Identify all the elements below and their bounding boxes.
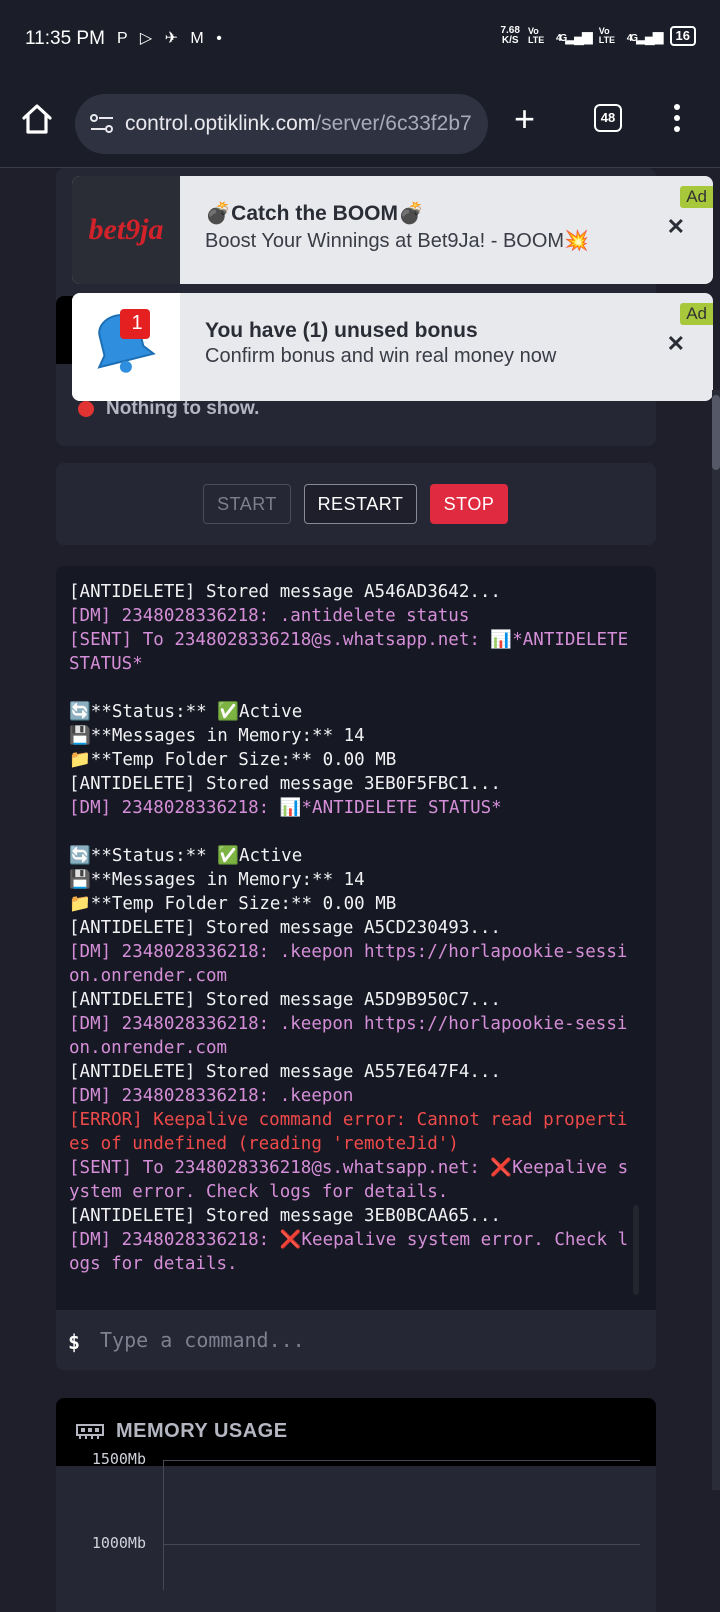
tab-switcher-button[interactable]: 48 — [594, 104, 622, 132]
console-scrollbar[interactable] — [633, 1205, 639, 1295]
volte-icon: Vo LTE — [527, 26, 545, 45]
console-line: [ANTIDELETE] Stored message A546AD3642..… — [69, 582, 501, 602]
grid-line — [163, 1544, 640, 1545]
console-line: 💾**Messages in Memory:** 14 — [69, 870, 365, 890]
memory-chip-icon — [76, 1424, 104, 1439]
notification-icons: P ▷ ✈ M • — [117, 30, 226, 47]
ad-badge: Ad — [680, 303, 713, 325]
ad-badge: Ad — [680, 186, 713, 208]
memory-usage-header: MEMORY USAGE — [56, 1398, 656, 1466]
page-scrollbar-track[interactable] — [712, 390, 720, 1490]
ad-subtitle: Boost Your Winnings at Bet9Ja! - BOOM💥 — [205, 230, 589, 252]
console-line: [DM] 2348028336218: .keepon https://horl… — [69, 942, 628, 986]
address-bar[interactable]: control.optiklink.com/server/6c33f2b7 — [75, 94, 488, 154]
memory-usage-panel: MEMORY USAGE 1500Mb 1000Mb — [56, 1398, 656, 1612]
console-line: [DM] 2348028336218: ❌Keepalive system er… — [69, 1230, 629, 1274]
console-line: [ANTIDELETE] Stored message A5D9B950C7..… — [69, 990, 501, 1010]
status-bar: 11:35 PM P ▷ ✈ M • 7.68 K/S Vo LTE 4G▂▄▆… — [0, 0, 720, 80]
signal-icon: 4G▂▄▆ — [555, 27, 593, 44]
battery-icon: 16 — [669, 26, 696, 46]
console-line: 💾**Messages in Memory:** 14 — [69, 726, 365, 746]
ad-banner-bonus[interactable]: 1 You have (1) unused bonus Confirm bonu… — [72, 293, 713, 401]
console-line: [DM] 2348028336218: 📊*ANTIDELETE STATUS* — [69, 798, 502, 818]
console-line: 🔄**Status:** ✅Active — [69, 702, 303, 722]
status-time: 11:35 PM — [25, 28, 105, 49]
console-line: [SENT] To 2348028336218@s.whatsapp.net: … — [69, 630, 639, 674]
page-scrollbar-thumb[interactable] — [712, 395, 720, 470]
status-dot-icon — [78, 401, 94, 417]
ad-banner-bet9ja[interactable]: bet9ja 💣Catch the BOOM💣 Boost Your Winni… — [72, 176, 713, 284]
ad-subtitle: Confirm bonus and win real money now — [205, 345, 557, 367]
y-tick-label: 1500Mb — [91, 1450, 146, 1468]
browser-menu-icon[interactable] — [673, 104, 681, 134]
signal-icon-2: 4G▂▄▆ — [626, 27, 664, 44]
console-line: [SENT] To 2348028336218@s.whatsapp.net: … — [69, 1158, 629, 1202]
site-settings-icon[interactable] — [89, 112, 115, 136]
console-input-row: $ — [56, 1310, 656, 1370]
empty-state: Nothing to show. — [78, 398, 259, 420]
volte-icon-2: Vo LTE — [598, 26, 616, 45]
new-tab-button[interactable]: + — [514, 101, 535, 137]
console-line: [DM] 2348028336218: .antidelete status — [69, 606, 470, 626]
console-line: [ANTIDELETE] Stored message A5CD230493..… — [69, 918, 501, 938]
prompt-symbol: $ — [68, 1330, 81, 1354]
grid-line — [163, 1460, 640, 1461]
console-output[interactable]: [ANTIDELETE] Stored message A546AD3642..… — [56, 566, 656, 1310]
console-line: 🔄**Status:** ✅Active — [69, 846, 303, 866]
browser-toolbar: control.optiklink.com/server/6c33f2b7 + … — [0, 80, 720, 168]
close-icon[interactable]: ✕ — [667, 331, 685, 357]
system-indicators: 7.68 K/S Vo LTE 4G▂▄▆ Vo LTE 4G▂▄▆ 16 — [500, 26, 696, 46]
url-text[interactable]: control.optiklink.com/server/6c33f2b7 — [125, 112, 480, 136]
ad-title: You have (1) unused bonus — [205, 319, 478, 342]
console-line: [DM] 2348028336218: .keepon https://horl… — [69, 1014, 628, 1058]
bet9ja-logo: bet9ja — [72, 176, 180, 284]
y-axis-line — [163, 1460, 164, 1590]
empty-state-text: Nothing to show. — [106, 398, 260, 419]
restart-button[interactable]: RESTART — [304, 484, 417, 524]
command-input[interactable] — [100, 1322, 640, 1358]
console-line: [ANTIDELETE] Stored message 3EB0F5FBC1..… — [69, 774, 501, 794]
memory-usage-title: MEMORY USAGE — [116, 1420, 288, 1442]
start-button[interactable]: START — [203, 484, 291, 524]
console-line: [ANTIDELETE] Stored message 3EB0BCAA65..… — [69, 1206, 501, 1226]
notification-count-badge: 1 — [131, 312, 143, 334]
console-line: 📁**Temp Folder Size:** 0.00 MB — [69, 894, 397, 914]
home-icon[interactable] — [20, 102, 54, 136]
console-line: [ERROR] Keepalive command error: Cannot … — [69, 1110, 628, 1154]
console-line: 📁**Temp Folder Size:** 0.00 MB — [69, 750, 397, 770]
console-log: [ANTIDELETE] Stored message A546AD3642..… — [69, 580, 631, 1276]
y-tick-label: 1000Mb — [91, 1534, 146, 1552]
console-line: [ANTIDELETE] Stored message A557E647F4..… — [69, 1062, 501, 1082]
bell-icon: 1 — [72, 293, 180, 401]
console-line: [DM] 2348028336218: .keepon — [69, 1086, 354, 1106]
close-icon[interactable]: ✕ — [667, 214, 685, 240]
ad-title: 💣Catch the BOOM💣 — [205, 202, 425, 225]
stop-button[interactable]: STOP — [430, 484, 508, 524]
net-speed-indicator: 7.68 K/S — [500, 25, 520, 46]
